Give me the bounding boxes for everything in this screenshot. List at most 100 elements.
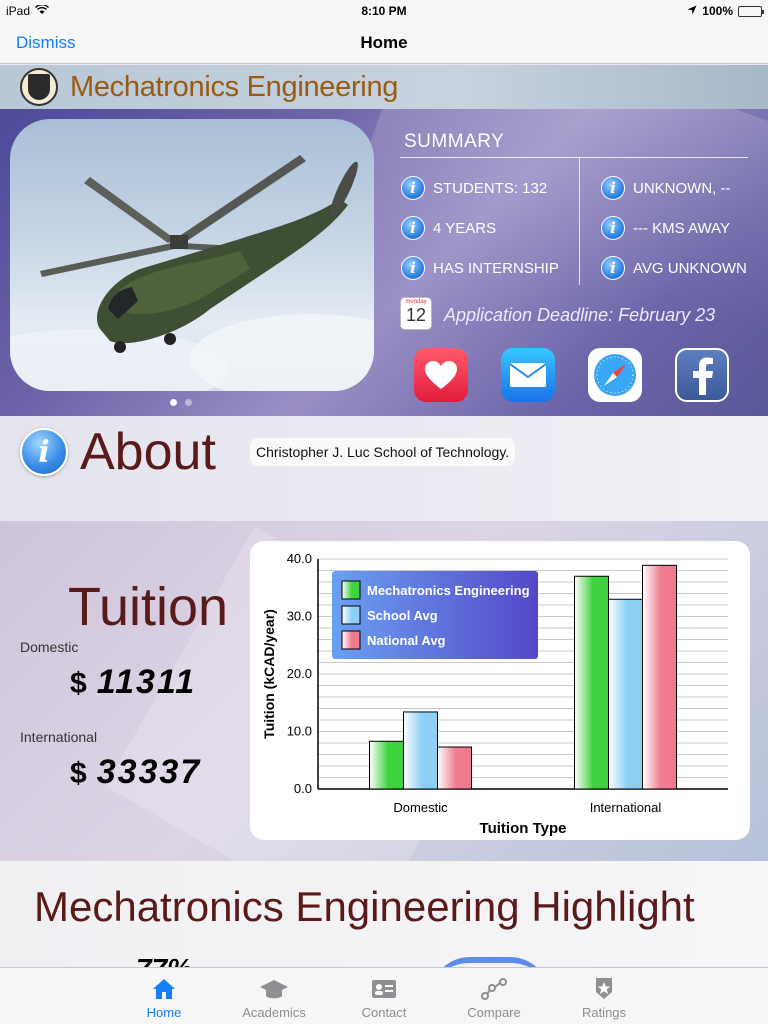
compare-icon xyxy=(479,976,509,1002)
tab-ratings[interactable]: Ratings xyxy=(549,968,659,1024)
safari-button[interactable] xyxy=(588,348,642,402)
info-icon: i xyxy=(401,256,425,280)
legend-swatch xyxy=(341,605,361,625)
summary-item-duration[interactable]: i 4 YEARS xyxy=(401,216,496,240)
about-description: Christopher J. Luc School of Technology. xyxy=(250,438,516,466)
compass-icon xyxy=(594,354,636,396)
summary-item-distance[interactable]: i --- KMS AWAY xyxy=(601,216,730,240)
about-section: i About Christopher J. Luc School of Tec… xyxy=(0,416,768,521)
x-axis-label: Tuition Type xyxy=(480,820,567,837)
status-right: 100% xyxy=(687,4,764,18)
calendar-number: 12 xyxy=(405,305,427,325)
highlight-section: Mechatronics Engineering Highlight 77% xyxy=(0,861,768,967)
summary-item-label: UNKNOWN, -- xyxy=(633,179,731,197)
bar-national-avg xyxy=(437,746,472,790)
y-tick-label: 20.0 xyxy=(287,666,312,681)
facebook-icon xyxy=(693,357,713,395)
ratings-icon xyxy=(589,976,619,1002)
program-name: Mechatronics Engineering xyxy=(70,71,399,103)
envelope-icon xyxy=(509,363,547,387)
info-icon: i xyxy=(20,428,68,476)
status-bar: iPad 8:10 PM 100% xyxy=(0,0,768,22)
bar-mechatronics-engineering xyxy=(574,575,609,790)
summary-item-label: STUDENTS: 132 xyxy=(433,179,548,197)
y-tick-label: 30.0 xyxy=(287,609,312,624)
international-label: International xyxy=(20,729,98,745)
page-dot xyxy=(185,399,192,406)
bar-mechatronics-engineering xyxy=(369,740,404,790)
tab-academics[interactable]: Academics xyxy=(219,968,329,1024)
program-photo[interactable] xyxy=(10,119,374,391)
program-title-bar: Mechatronics Engineering xyxy=(0,65,768,109)
university-crest-icon xyxy=(20,68,58,106)
dismiss-button[interactable]: Dismiss xyxy=(16,33,76,53)
contact-card-icon xyxy=(369,976,399,1002)
summary-item-internship[interactable]: i HAS INTERNSHIP xyxy=(401,256,559,280)
tab-label: Compare xyxy=(467,1005,521,1020)
legend-swatch xyxy=(341,630,361,650)
currency-symbol: $ xyxy=(70,757,89,790)
currency-symbol: $ xyxy=(70,667,89,700)
legend-label: Mechatronics Engineering xyxy=(367,583,530,598)
y-tick-label: 40.0 xyxy=(287,551,312,566)
photo-page-indicator[interactable] xyxy=(170,399,192,406)
y-axis-label: Tuition (kCAD/year) xyxy=(261,609,277,739)
domestic-amount: 11311 xyxy=(96,663,197,701)
legend-swatch xyxy=(341,580,361,600)
calendar-icon[interactable]: monday 12 xyxy=(400,297,432,330)
facebook-button[interactable] xyxy=(675,348,729,402)
helicopter-image xyxy=(10,155,374,391)
x-tick-label: International xyxy=(590,800,662,815)
battery-percent: 100% xyxy=(702,4,733,18)
info-icon: i xyxy=(401,216,425,240)
tuition-bar-chart: 0.0 10.0 20.0 30.0 40.0 Tuition (kCAD/year) Tu… xyxy=(261,551,728,837)
summary-item-label: HAS INTERNSHIP xyxy=(433,259,559,277)
highlight-gauge-arc xyxy=(430,957,550,967)
favorite-button[interactable] xyxy=(414,348,468,402)
program-hero: SUMMARY i STUDENTS: 132 i 4 YEARS i HAS … xyxy=(0,109,768,416)
info-icon: i xyxy=(601,216,625,240)
location-arrow-icon xyxy=(687,4,697,18)
x-tick-label: Domestic xyxy=(393,800,448,815)
bar-school-avg xyxy=(403,711,438,790)
heart-icon xyxy=(425,361,457,389)
about-heading: About xyxy=(80,423,216,481)
graduation-cap-icon xyxy=(259,976,289,1002)
nav-title: Home xyxy=(360,33,408,52)
summary-item-average[interactable]: i AVG UNKNOWN xyxy=(601,256,747,280)
summary-title: SUMMARY xyxy=(404,131,505,152)
info-icon: i xyxy=(601,256,625,280)
tab-contact[interactable]: Contact xyxy=(329,968,439,1024)
domestic-label: Domestic xyxy=(20,639,79,655)
mail-button[interactable] xyxy=(501,348,555,402)
summary-item-location[interactable]: i UNKNOWN, -- xyxy=(601,176,731,200)
tuition-chart-card: 0.0 10.0 20.0 30.0 40.0 Tuition (kCAD/year) Tu… xyxy=(250,541,750,840)
tab-label: Ratings xyxy=(581,1005,627,1020)
share-actions xyxy=(414,348,729,402)
home-icon xyxy=(149,976,179,1002)
legend-label: National Avg xyxy=(367,633,446,648)
tab-bar: Home Academics Contact Compare Ratings xyxy=(0,967,768,1024)
tab-home[interactable]: Home xyxy=(109,968,219,1024)
nav-bar: Dismiss Home xyxy=(0,22,768,64)
info-icon: i xyxy=(601,176,625,200)
bar-national-avg xyxy=(642,564,677,790)
info-icon: i xyxy=(401,176,425,200)
legend-label: School Avg xyxy=(367,608,438,623)
y-tick-label: 0.0 xyxy=(294,781,312,796)
battery-icon xyxy=(738,5,764,17)
application-deadline: Application Deadline: February 23 xyxy=(444,305,716,325)
summary-item-students[interactable]: i STUDENTS: 132 xyxy=(401,176,547,200)
highlight-stat: 77% xyxy=(136,953,192,967)
tuition-section: Tuition Domestic $11311 International $3… xyxy=(0,521,768,861)
tab-label: Home xyxy=(146,1005,182,1020)
tab-label: Academics xyxy=(242,1005,306,1020)
international-amount: 33337 xyxy=(96,753,202,791)
bar-school-avg xyxy=(608,598,643,790)
page-dot-active xyxy=(170,399,177,406)
summary-item-label: AVG UNKNOWN xyxy=(633,259,747,277)
y-tick-label: 10.0 xyxy=(287,724,312,739)
domestic-tuition-value: $11311 xyxy=(70,663,196,702)
summary-item-label: --- KMS AWAY xyxy=(633,219,730,237)
tab-compare[interactable]: Compare xyxy=(439,968,549,1024)
